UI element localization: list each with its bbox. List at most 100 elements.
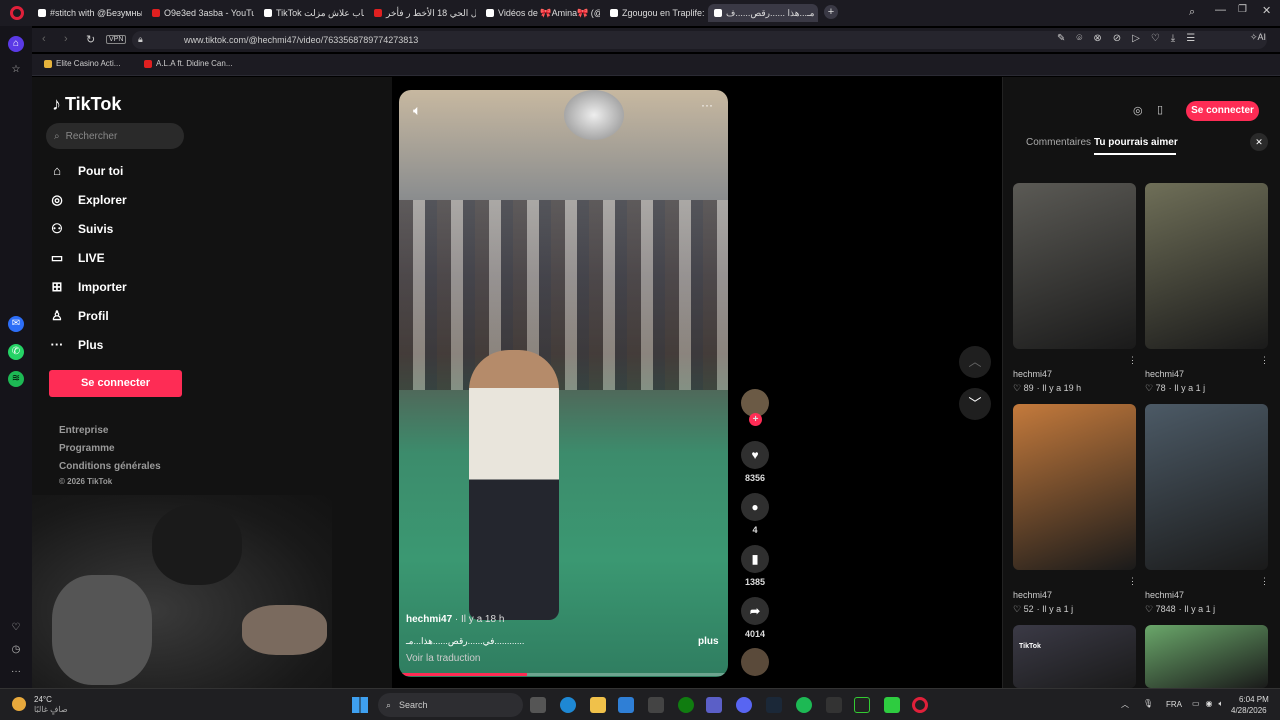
close-panel-icon[interactable]: ✕ bbox=[1250, 133, 1268, 151]
bookmark-item[interactable]: A.L.A ft. Didine Can... bbox=[144, 59, 232, 68]
browser-tab[interactable]: Zgougou en Traplife: Mon bbox=[604, 4, 704, 22]
like-button[interactable]: ♥ 8356 bbox=[741, 441, 769, 483]
more-caption-link[interactable]: plus bbox=[698, 636, 719, 647]
tab-suggestions[interactable]: Tu pourrais aimer bbox=[1094, 137, 1178, 148]
teams-icon[interactable] bbox=[706, 697, 722, 713]
next-video-button[interactable]: ﹀ bbox=[959, 388, 991, 420]
video-author[interactable]: hechmi47 bbox=[406, 614, 452, 625]
music-disc[interactable] bbox=[741, 648, 769, 680]
browser-tab[interactable]: مـ...هذا ......رقص......ف bbox=[708, 4, 818, 22]
history-icon[interactable]: ◷ bbox=[8, 642, 24, 658]
app-icon[interactable] bbox=[648, 697, 664, 713]
tab-comments[interactable]: Commentaires bbox=[1026, 137, 1091, 148]
header-login-button[interactable]: Se connecter bbox=[1186, 101, 1259, 121]
language-indicator[interactable]: FRA bbox=[1166, 700, 1182, 709]
nav-item-live[interactable]: ▭ LIVE bbox=[50, 250, 105, 266]
new-tab-button[interactable]: + bbox=[824, 5, 838, 19]
thumbnail-user[interactable]: hechmi47 bbox=[1013, 369, 1052, 379]
tray-chevron-icon[interactable]: ︿ bbox=[1121, 699, 1129, 710]
nav-item-profil[interactable]: ♙ Profil bbox=[50, 308, 109, 324]
file-explorer-icon[interactable] bbox=[590, 697, 606, 713]
spotify-icon[interactable]: ≋ bbox=[8, 371, 24, 387]
footer-link[interactable]: Programme bbox=[59, 443, 115, 454]
suggested-video-thumbnail[interactable] bbox=[1013, 404, 1136, 570]
messenger-icon[interactable]: ✉ bbox=[8, 316, 24, 332]
clock-time[interactable]: 6:04 PM bbox=[1239, 695, 1269, 704]
thumbnail-more-icon[interactable]: ⋮ bbox=[1128, 355, 1137, 366]
windows-start-icon[interactable] bbox=[352, 697, 368, 713]
footer-link[interactable]: Conditions générales bbox=[59, 461, 161, 472]
thumbnail-more-icon[interactable]: ⋮ bbox=[1260, 576, 1269, 587]
reload-icon[interactable]: ↻ bbox=[86, 33, 95, 46]
mic-icon[interactable]: 🎙︎ bbox=[1143, 699, 1153, 708]
xbox-icon[interactable] bbox=[678, 697, 694, 713]
suggested-video-thumbnail[interactable] bbox=[1145, 183, 1268, 349]
thumbnail-more-icon[interactable]: ⋮ bbox=[1128, 576, 1137, 587]
system-tray-icons[interactable]: ▭◉🔈︎ bbox=[1192, 699, 1229, 709]
taskbar-search[interactable]: ⌕ Search bbox=[378, 693, 523, 717]
edge-icon[interactable] bbox=[560, 697, 576, 713]
translate-link[interactable]: Voir la traduction bbox=[406, 653, 481, 664]
discord-icon[interactable] bbox=[736, 697, 752, 713]
author-avatar[interactable]: + bbox=[741, 389, 769, 426]
steam-icon[interactable] bbox=[766, 697, 782, 713]
browser-tab[interactable]: O9e3ed 3asba - YouTube bbox=[146, 4, 254, 22]
more-icon[interactable]: ··· bbox=[8, 664, 24, 680]
browser-tab[interactable]: #stitch with @Безумный bbox=[32, 4, 142, 22]
opera-logo-icon[interactable] bbox=[10, 6, 24, 20]
suggested-video-thumbnail[interactable] bbox=[1013, 183, 1136, 349]
comment-button[interactable]: ● 4 bbox=[741, 493, 769, 535]
nav-item-suivis[interactable]: ⚇ Suivis bbox=[50, 221, 113, 237]
opera-icon[interactable] bbox=[912, 697, 928, 713]
forward-icon[interactable]: › bbox=[64, 33, 68, 45]
back-icon[interactable]: ‹ bbox=[42, 33, 46, 45]
video-progress-track[interactable] bbox=[399, 673, 728, 676]
nav-item-importer[interactable]: ⊞ Importer bbox=[50, 279, 127, 295]
thumbnail-user[interactable]: hechmi47 bbox=[1145, 369, 1184, 379]
close-window-button[interactable]: ✕ bbox=[1262, 4, 1271, 17]
toolbar-icons[interactable]: ✎⌾⊗⊘▷♡⤓☰ bbox=[1057, 33, 1206, 44]
search-tabs-icon[interactable]: ⌕ bbox=[1189, 6, 1195, 19]
phone-icon[interactable]: ▯ bbox=[1157, 103, 1163, 116]
vpn-badge[interactable]: VPN bbox=[106, 35, 127, 44]
previous-video-button[interactable]: ︿ bbox=[959, 346, 991, 378]
browser-tab[interactable]: Vidéos de 🎀Amina🎀 (@ bbox=[480, 4, 600, 22]
thumbnail-user[interactable]: hechmi47 bbox=[1013, 590, 1052, 600]
tiktok-logo[interactable]: ♪ TikTok bbox=[52, 94, 121, 115]
nav-item-plus[interactable]: ··· Plus bbox=[50, 337, 104, 352]
home-icon[interactable]: ⌂ bbox=[8, 36, 24, 52]
heart-icon[interactable]: ♡ bbox=[8, 620, 24, 636]
suggested-video-thumbnail[interactable] bbox=[1145, 625, 1268, 688]
search-input[interactable]: ⌕ Rechercher bbox=[46, 123, 184, 149]
compass-icon[interactable]: ◎ bbox=[1133, 104, 1143, 117]
spotify-icon[interactable] bbox=[796, 697, 812, 713]
minimize-button[interactable]: — bbox=[1215, 4, 1226, 16]
browser-tab[interactable]: داخل الحي 18 الأخط ر فأخر bbox=[368, 4, 476, 22]
bookmark-item[interactable]: Elite Casino Acti... bbox=[44, 59, 120, 68]
weather-icon[interactable] bbox=[12, 697, 26, 711]
clock-date[interactable]: 4/28/2026 bbox=[1231, 706, 1267, 715]
nav-item-pour-toi[interactable]: ⌂ Pour toi bbox=[50, 163, 123, 178]
video-player[interactable]: 🔈︎ ··· hechmi47 · Il y a 18 h في......رق… bbox=[399, 90, 728, 677]
nav-item-explorer[interactable]: ◎ Explorer bbox=[50, 192, 126, 208]
task-view-icon[interactable] bbox=[530, 697, 546, 713]
maximize-button[interactable]: ❐ bbox=[1238, 4, 1247, 15]
store-icon[interactable] bbox=[618, 697, 634, 713]
browser-tab[interactable]: TikTok أسباب علاش مزلت bbox=[258, 4, 364, 22]
share-button[interactable]: ➦ 4014 bbox=[741, 597, 769, 639]
follow-plus-icon[interactable]: + bbox=[749, 413, 762, 426]
video-more-icon[interactable]: ··· bbox=[701, 98, 713, 112]
volume-icon[interactable]: 🔈︎ bbox=[413, 102, 421, 119]
app-icon[interactable] bbox=[884, 697, 900, 713]
thumbnail-user[interactable]: hechmi47 bbox=[1145, 590, 1184, 600]
star-icon[interactable]: ☆ bbox=[8, 62, 24, 78]
whatsapp-icon[interactable]: ✆ bbox=[8, 344, 24, 360]
save-button[interactable]: ▮ 1385 bbox=[741, 545, 769, 587]
nvidia-icon[interactable] bbox=[854, 697, 870, 713]
app-icon[interactable] bbox=[826, 697, 842, 713]
thumbnail-more-icon[interactable]: ⋮ bbox=[1260, 355, 1269, 366]
suggested-video-thumbnail[interactable]: TikTok bbox=[1013, 625, 1136, 688]
login-button[interactable]: Se connecter bbox=[49, 370, 182, 397]
ai-button[interactable]: ✧AI bbox=[1250, 32, 1266, 43]
suggested-video-thumbnail[interactable] bbox=[1145, 404, 1268, 570]
